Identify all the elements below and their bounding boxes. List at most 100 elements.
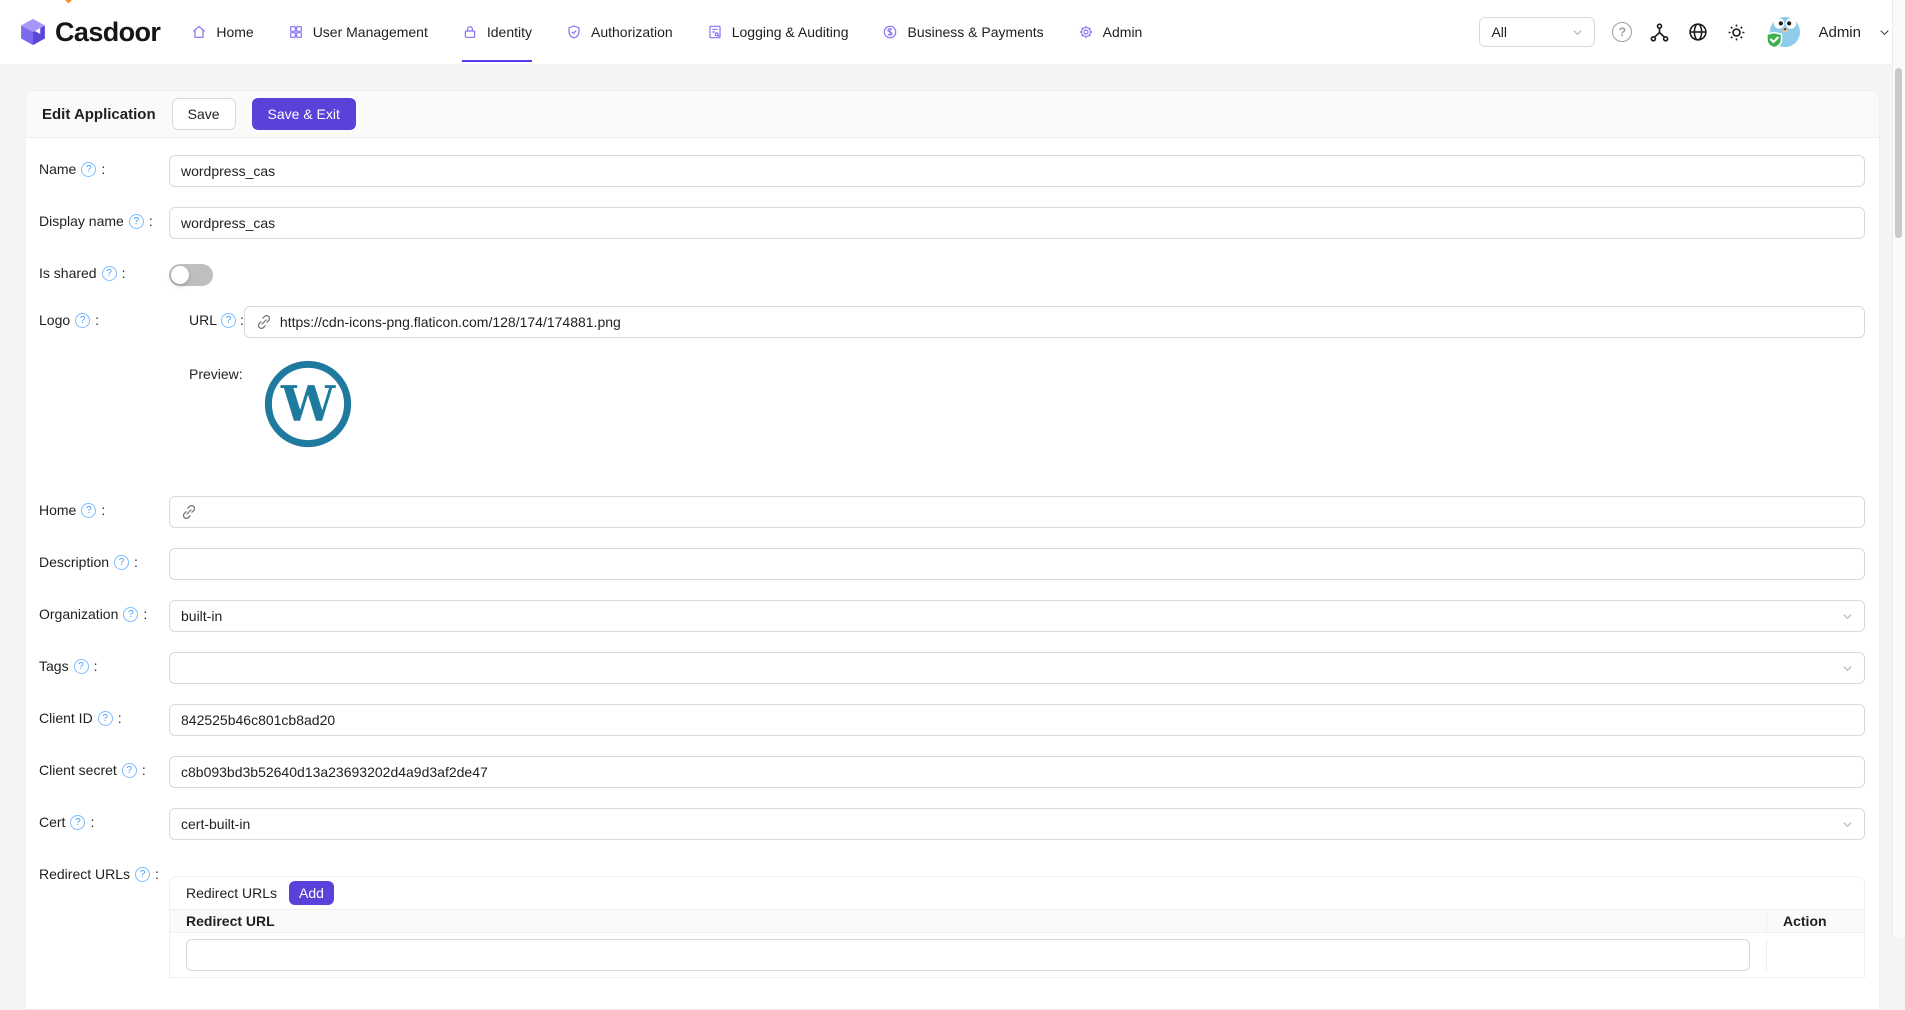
field-row-client-id: Client ID ? : (39, 704, 1865, 736)
main-menu: Home User Management Identity Authorizat… (174, 0, 1159, 64)
field-label-cert: Cert ? : (39, 808, 169, 830)
organization-select[interactable]: built-in (169, 600, 1865, 632)
page-scrollbar (1892, 0, 1905, 938)
home-input[interactable] (205, 497, 1853, 527)
description-input[interactable] (169, 548, 1865, 580)
display-name-input[interactable] (169, 207, 1865, 239)
page-title: Edit Application (42, 106, 156, 123)
help-icon[interactable]: ? (129, 214, 144, 229)
logo-url-input[interactable] (280, 307, 1853, 337)
tags-select[interactable] (169, 652, 1865, 684)
field-row-home: Home ? : (39, 496, 1865, 528)
nav-item-home[interactable]: Home (174, 0, 270, 64)
save-exit-button[interactable]: Save & Exit (252, 98, 356, 130)
field-label-logo-url: URL ? : (169, 306, 244, 328)
chevron-down-icon (1572, 27, 1583, 38)
theme-sun-icon[interactable] (1726, 22, 1747, 43)
chevron-down-icon (1842, 611, 1853, 622)
column-header-redirect-url: Redirect URL (170, 910, 1766, 932)
application-form: Name ? : Display name ? : Is shared ? (26, 138, 1879, 978)
redirect-urls-table-title: Redirect URLs (186, 885, 277, 901)
logo-url-field (244, 306, 1865, 338)
field-row-client-secret: Client secret ? : (39, 756, 1865, 788)
help-icon[interactable]: ? (98, 711, 113, 726)
audit-icon (707, 24, 723, 40)
redirect-url-row-action (1766, 939, 1864, 971)
help-icon[interactable]: ? (81, 503, 96, 518)
nav-item-logging-auditing[interactable]: Logging & Auditing (690, 0, 866, 64)
help-icon[interactable]: ? (123, 607, 138, 622)
nav-item-user-management[interactable]: User Management (271, 0, 445, 64)
nav-item-label: Admin (1103, 24, 1143, 40)
cert-select[interactable]: cert-built-in (169, 808, 1865, 840)
casdoor-cube-icon (18, 17, 48, 47)
add-redirect-url-button[interactable]: Add (289, 881, 334, 905)
help-icon[interactable]: ? (1612, 22, 1632, 42)
link-icon (256, 314, 272, 330)
nav-item-identity[interactable]: Identity (445, 0, 549, 64)
avatar[interactable] (1764, 14, 1801, 51)
svg-text:W: W (280, 377, 336, 433)
help-icon[interactable]: ? (221, 313, 236, 328)
nav-item-authorization[interactable]: Authorization (549, 0, 690, 64)
field-label-client-secret: Client secret ? : (39, 756, 169, 778)
logo-preview-row: Preview: W (169, 360, 1865, 448)
field-row-cert: Cert ? : cert-built-in (39, 808, 1865, 840)
name-input[interactable] (169, 155, 1865, 187)
user-name[interactable]: Admin (1818, 24, 1861, 41)
field-label-is-shared: Is shared ? : (39, 259, 169, 281)
wordpress-logo-preview[interactable]: W (264, 360, 352, 448)
nav-item-label: Business & Payments (907, 24, 1043, 40)
gear-icon (1078, 24, 1094, 40)
card-header: Edit Application Save Save & Exit (26, 91, 1879, 138)
sitemap-icon[interactable] (1649, 22, 1670, 43)
redirect-urls-column-headers: Redirect URL Action (170, 909, 1864, 933)
help-icon[interactable]: ? (114, 555, 129, 570)
help-icon[interactable]: ? (122, 763, 137, 778)
nav-item-label: Home (216, 24, 253, 40)
chevron-down-icon[interactable] (1878, 26, 1891, 39)
client-secret-input[interactable] (169, 756, 1865, 788)
field-label-tags: Tags ? : (39, 652, 169, 674)
logo-spark-icon (64, 0, 74, 3)
globe-icon[interactable] (1687, 21, 1709, 43)
save-button[interactable]: Save (172, 98, 236, 130)
nav-item-label: User Management (313, 24, 428, 40)
brand-name: Casdoor (55, 19, 160, 46)
field-row-description: Description ? : (39, 548, 1865, 580)
is-shared-toggle[interactable] (169, 264, 213, 286)
help-icon[interactable]: ? (75, 313, 90, 328)
field-label-name: Name ? : (39, 155, 169, 177)
redirect-url-input[interactable] (186, 939, 1750, 971)
field-label-redirect-urls: Redirect URLs ? : (39, 860, 169, 882)
help-icon[interactable]: ? (102, 266, 117, 281)
nav-item-label: Authorization (591, 24, 673, 40)
nav-item-business-payments[interactable]: Business & Payments (865, 0, 1060, 64)
field-row-name: Name ? : (39, 155, 1865, 187)
field-label-home: Home ? : (39, 496, 169, 518)
brand-logo[interactable]: Casdoor (18, 17, 160, 47)
grid-icon (288, 24, 304, 40)
nav-item-label: Logging & Auditing (732, 24, 849, 40)
help-icon[interactable]: ? (81, 162, 96, 177)
nav-right: All ? Admin (1479, 14, 1891, 51)
lock-icon (462, 24, 478, 40)
dollar-icon (882, 24, 898, 40)
field-row-is-shared: Is shared ? : (39, 259, 1865, 286)
redirect-urls-table: Redirect URLs Add Redirect URL Action (169, 876, 1865, 978)
organization-filter-select[interactable]: All (1479, 17, 1595, 47)
help-icon[interactable]: ? (74, 659, 89, 674)
field-label-logo-preview: Preview: (169, 360, 243, 382)
nav-item-label: Identity (487, 24, 532, 40)
field-label-description: Description ? : (39, 548, 169, 570)
help-icon[interactable]: ? (135, 867, 150, 882)
home-field (169, 496, 1865, 528)
shield-check-icon (566, 24, 582, 40)
scrollbar-thumb[interactable] (1895, 68, 1902, 238)
redirect-urls-table-header: Redirect URLs Add (170, 877, 1864, 909)
client-id-input[interactable] (169, 704, 1865, 736)
nav-item-admin[interactable]: Admin (1061, 0, 1160, 64)
field-row-display-name: Display name ? : (39, 207, 1865, 239)
redirect-url-row (170, 933, 1864, 977)
help-icon[interactable]: ? (70, 815, 85, 830)
